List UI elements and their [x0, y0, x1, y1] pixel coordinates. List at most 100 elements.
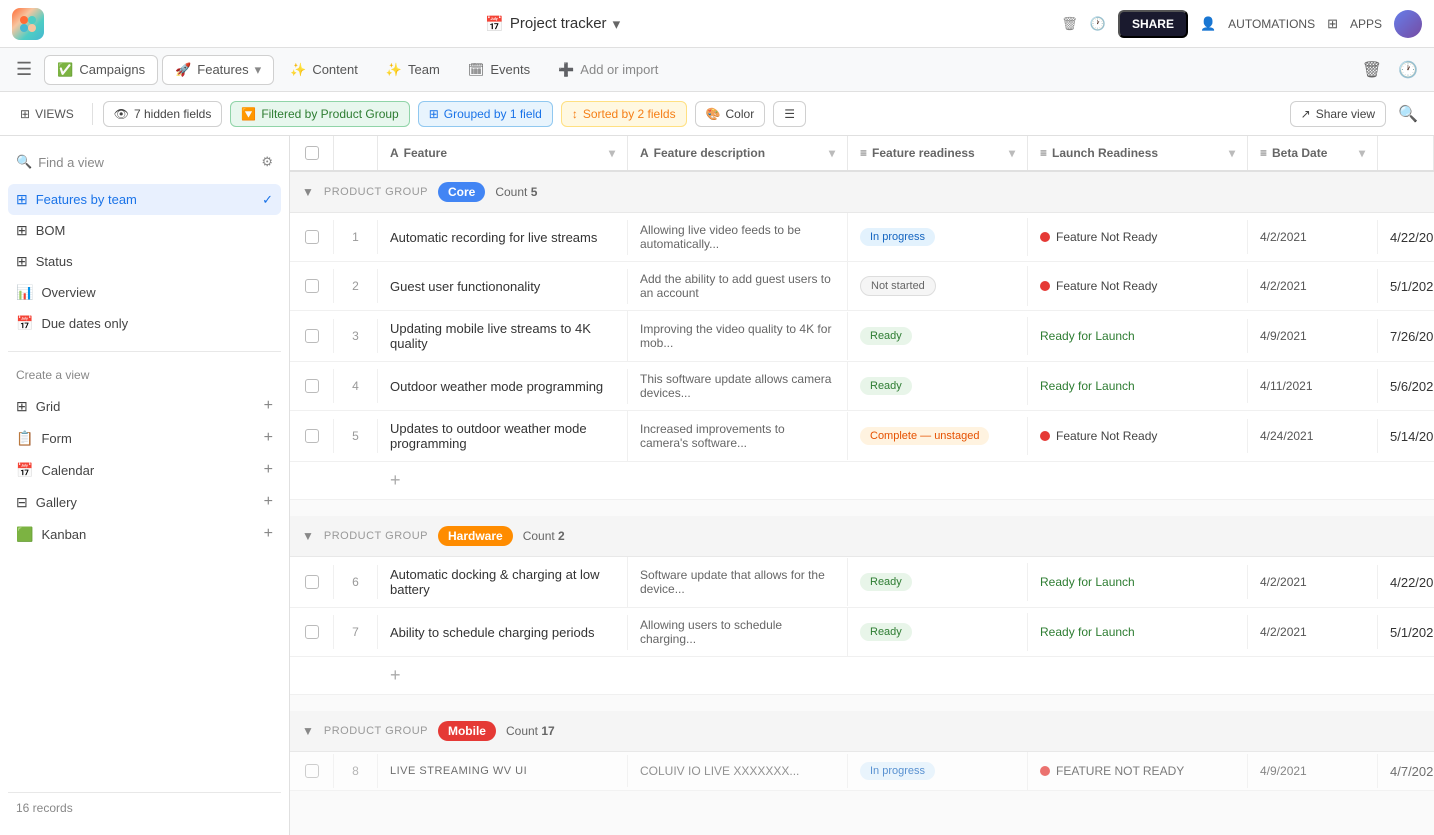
group-tag-hardware[interactable]: Hardware [438, 526, 513, 546]
status-badge-4[interactable]: Ready [860, 377, 912, 395]
row-checkbox[interactable] [305, 379, 319, 393]
group-tag-mobile[interactable]: Mobile [438, 721, 496, 741]
status-badge-2[interactable]: Not started [860, 276, 936, 296]
cell-check-8[interactable] [290, 754, 334, 788]
create-kanban-button[interactable]: 🟩 Kanban + [8, 518, 281, 550]
create-form-button[interactable]: 📋 Form + [8, 422, 281, 454]
row-checkbox[interactable] [305, 429, 319, 443]
tab-add-import[interactable]: ➕ Add or import [546, 56, 670, 84]
group-chevron-mobile[interactable]: ▼ [302, 724, 314, 738]
add-row-core[interactable]: + [290, 462, 1434, 500]
sort-icon: ↕ [572, 107, 578, 121]
trash-icon[interactable]: 🗑 [1061, 16, 1078, 32]
launch-col-icon: ≡ [1040, 146, 1047, 160]
col-header-feature[interactable]: A Feature ▾ [378, 136, 628, 170]
cell-check-6[interactable] [290, 565, 334, 599]
select-all-checkbox[interactable] [305, 146, 319, 160]
automations-label[interactable]: AUTOMATIONS [1228, 17, 1315, 31]
cell-readiness-3: Ready [848, 317, 1028, 355]
sidebar-item-overview[interactable]: 📊 Overview [8, 277, 281, 308]
find-view-search[interactable]: 🔍 Find a view ⚙ [8, 148, 281, 176]
status-badge-6[interactable]: Ready [860, 573, 912, 591]
cell-check-5[interactable] [290, 419, 334, 453]
col-header-description[interactable]: A Feature description ▾ [628, 136, 848, 170]
tab-team[interactable]: ✨ Team [374, 56, 452, 84]
sidebar-item-status[interactable]: ⊞ Status [8, 246, 281, 277]
create-gallery-button[interactable]: ⊟ Gallery + [8, 486, 281, 518]
status-badge-3[interactable]: Ready [860, 327, 912, 345]
history-icon[interactable]: 🕐 [1090, 16, 1106, 32]
delete-tab-icon[interactable]: 🗑 [1358, 56, 1386, 84]
title-dropdown-icon[interactable]: ▾ [613, 15, 621, 33]
readiness-dropdown-icon[interactable]: ▾ [1009, 146, 1015, 160]
add-row-hardware[interactable]: + [290, 657, 1434, 695]
create-calendar-button[interactable]: 📅 Calendar + [8, 454, 281, 486]
col-header-beta[interactable]: ≡ Beta Date ▾ [1248, 136, 1378, 170]
cell-check-4[interactable] [290, 369, 334, 403]
apps-label[interactable]: APPS [1350, 17, 1382, 31]
row-checkbox[interactable] [305, 764, 319, 778]
col-header-readiness[interactable]: ≡ Feature readiness ▾ [848, 136, 1028, 170]
row-checkbox[interactable] [305, 279, 319, 293]
row-checkbox[interactable] [305, 625, 319, 639]
cell-check-2[interactable] [290, 269, 334, 303]
add-label: Add or import [580, 62, 658, 77]
hidden-fields-button[interactable]: 👁 7 hidden fields [103, 101, 223, 127]
filtered-button[interactable]: 🔽 Filtered by Product Group [230, 101, 409, 127]
automations-icon[interactable]: 👤 [1200, 16, 1216, 32]
status-badge-8[interactable]: In progress [860, 762, 935, 780]
col-dropdown-icon[interactable]: ▾ [609, 146, 615, 160]
sidebar-item-bom[interactable]: ⊞ BOM [8, 215, 281, 246]
group-chevron-hardware[interactable]: ▼ [302, 529, 314, 543]
cell-check-3[interactable] [290, 319, 334, 353]
launch-dropdown-icon[interactable]: ▾ [1229, 146, 1235, 160]
launch-badge-2: Feature Not Ready [1040, 279, 1157, 293]
row-checkbox[interactable] [305, 575, 319, 589]
views-button[interactable]: ⊞ VIEWS [12, 102, 82, 126]
row-checkbox[interactable] [305, 329, 319, 343]
col-header-extra [1378, 136, 1434, 170]
tab-content[interactable]: ✨ Content [278, 56, 370, 84]
status-badge-5[interactable]: Complete — unstaged [860, 427, 989, 445]
col-header-check[interactable] [290, 136, 334, 170]
cell-check-7[interactable] [290, 615, 334, 649]
status-badge-7[interactable]: Ready [860, 623, 912, 641]
menu-icon[interactable]: ☰ [12, 55, 36, 84]
clock-tab-icon[interactable]: 🕐 [1394, 56, 1422, 84]
features-dropdown[interactable]: ▾ [255, 62, 262, 78]
settings-icon[interactable]: ⚙ [261, 154, 273, 170]
share-view-button[interactable]: ↗ Share view [1290, 101, 1386, 127]
app-logo[interactable] [12, 8, 44, 40]
create-grid-button[interactable]: ⊞ Grid + [8, 390, 281, 422]
desc-dropdown-icon[interactable]: ▾ [829, 146, 835, 160]
table-row: 1 Automatic recording for live streams A… [290, 213, 1434, 262]
tab-campaigns[interactable]: ✅ Campaigns [44, 55, 158, 85]
cell-beta-3: 4/9/2021 [1248, 319, 1378, 353]
sidebar-item-due-dates-only[interactable]: 📅 Due dates only [8, 308, 281, 339]
sidebar-item-features-by-team[interactable]: ⊞ Features by team ✓ [8, 184, 281, 215]
row-height-button[interactable]: ☰ [773, 101, 806, 127]
table-row: 6 Automatic docking & charging at low ba… [290, 557, 1434, 608]
col-header-launch[interactable]: ≡ Launch Readiness ▾ [1028, 136, 1248, 170]
cell-check-1[interactable] [290, 220, 334, 254]
cell-feature-2: Guest user functiononality [378, 269, 628, 304]
sorted-button[interactable]: ↕ Sorted by 2 fields [561, 101, 687, 127]
group-chevron-core[interactable]: ▼ [302, 185, 314, 199]
red-dot-2 [1040, 281, 1050, 291]
apps-icon[interactable]: ⊞ [1327, 16, 1338, 32]
tab-features[interactable]: 🚀 Features ▾ [162, 55, 274, 85]
search-icon[interactable]: 🔍 [1394, 100, 1422, 128]
eye-icon: 👁 [114, 107, 129, 121]
row-checkbox[interactable] [305, 230, 319, 244]
user-avatar[interactable] [1394, 10, 1422, 38]
record-count: 16 records [8, 792, 281, 823]
status-badge-1[interactable]: In progress [860, 228, 935, 246]
share-button[interactable]: SHARE [1118, 10, 1188, 38]
plus-icon-form: + [264, 429, 273, 447]
beta-dropdown-icon[interactable]: ▾ [1359, 146, 1365, 160]
grouped-button[interactable]: ⊞ Grouped by 1 field [418, 101, 553, 127]
group-tag-core[interactable]: Core [438, 182, 485, 202]
cell-extra-3: 7/26/20 [1378, 319, 1434, 354]
tab-events[interactable]: 🗓 Events [456, 56, 542, 84]
color-button[interactable]: 🎨 Color [695, 101, 766, 127]
